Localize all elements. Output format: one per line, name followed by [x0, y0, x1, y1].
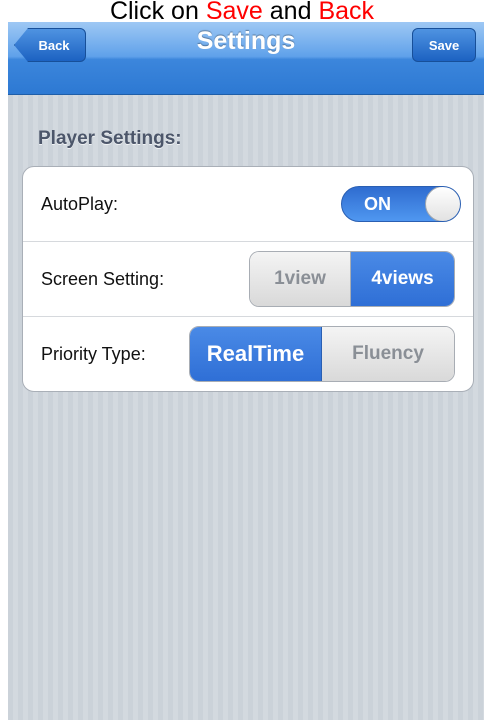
save-button[interactable]: Save	[412, 28, 476, 62]
segment-fluency[interactable]: Fluency	[322, 327, 454, 381]
screen-setting-segmented-control: 1view 4views	[249, 251, 455, 307]
toggle-on-text: ON	[364, 194, 391, 214]
autoplay-row: AutoPlay: ON	[23, 167, 473, 242]
priority-type-label: Priority Type:	[41, 344, 146, 364]
phone-screen: Back Settings Save Player Settings: Auto…	[8, 22, 484, 720]
priority-type-row: Priority Type: RealTime Fluency	[23, 317, 473, 391]
navigation-bar: Back Settings Save	[8, 22, 484, 95]
autoplay-toggle[interactable]: ON	[341, 186, 461, 222]
caption-and-word: and	[269, 0, 312, 22]
section-title: Player Settings:	[38, 128, 182, 149]
segment-4views[interactable]: 4views	[351, 252, 454, 306]
screen-setting-row: Screen Setting: 1view 4views	[23, 242, 473, 317]
caption-text: Click on	[109, 0, 199, 22]
caption-save-word: Save	[205, 0, 263, 22]
toggle-knob	[425, 187, 460, 221]
screen-setting-label: Screen Setting:	[41, 269, 165, 289]
priority-type-segmented-control: RealTime Fluency	[189, 326, 455, 382]
segment-realtime[interactable]: RealTime	[190, 327, 322, 381]
instruction-caption: Click on Save and Back	[0, 0, 484, 22]
autoplay-label: AutoPlay:	[41, 194, 119, 214]
caption-back-word: Back	[318, 0, 375, 22]
settings-group: AutoPlay: ON Screen Setting: 1view 4view…	[22, 166, 474, 392]
segment-1view[interactable]: 1view	[250, 252, 351, 306]
